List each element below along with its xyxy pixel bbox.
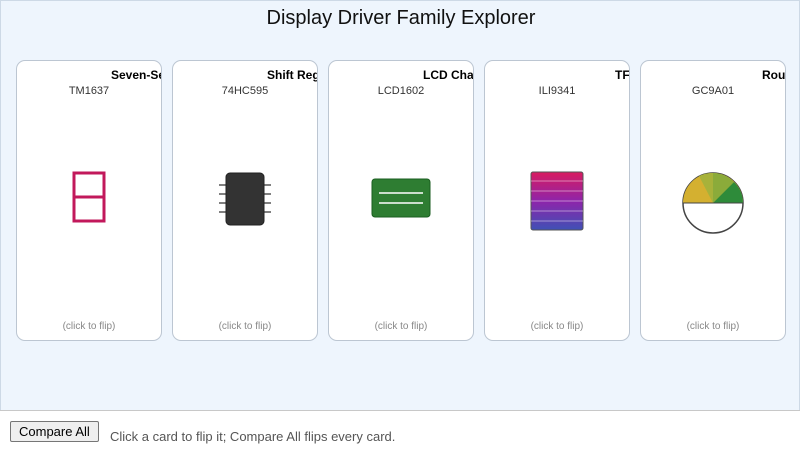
flip-hint: (click to flip) <box>530 321 584 332</box>
card-name: LCD Character <box>423 68 474 82</box>
card-name: Round <box>762 68 786 82</box>
explorer-stage: Display Driver Family Explorer Seven-Seg… <box>0 0 800 410</box>
flip-hint: (click to flip) <box>374 321 428 332</box>
instructions-text: Click a card to flip it; Compare All fli… <box>110 429 396 444</box>
lcd-module-icon <box>371 178 431 218</box>
seven-segment-icon <box>72 171 106 223</box>
card-name: TFT <box>615 68 630 82</box>
card-part-number: ILI9341 <box>538 85 576 97</box>
flip-hint: (click to flip) <box>62 321 116 332</box>
card-part-number: LCD1602 <box>377 85 425 97</box>
page-title: Display Driver Family Explorer <box>266 7 536 29</box>
flip-hint: (click to flip) <box>686 321 740 332</box>
card-part-number: TM1637 <box>68 85 110 97</box>
card-name: Seven-Segment <box>111 68 161 82</box>
ic-chip-icon <box>219 172 271 226</box>
flip-hint: (click to flip) <box>218 321 272 332</box>
card-seven-segment[interactable]: Seven-Segment TM1637 (click to flip) <box>16 60 162 341</box>
compare-all-button[interactable]: Compare All <box>10 421 99 442</box>
round-display-icon <box>682 172 744 234</box>
card-name: Shift Register <box>267 68 317 82</box>
card-part-number: GC9A01 <box>691 85 735 97</box>
card-part-number: 74HC595 <box>221 85 269 97</box>
card-lcd-character[interactable]: LCD Character LCD1602 (click to flip) <box>328 60 474 341</box>
card-shift-register[interactable]: Shift Register 74HC595 (click to flip) <box>172 60 318 341</box>
controls-bar: Compare All Click a card to flip it; Com… <box>0 410 800 463</box>
card-tft[interactable]: TFT ILI9341 <box>484 60 630 341</box>
card-round[interactable]: Round GC9A01 (click to flip) <box>640 60 786 341</box>
tft-panel-icon <box>530 171 584 231</box>
